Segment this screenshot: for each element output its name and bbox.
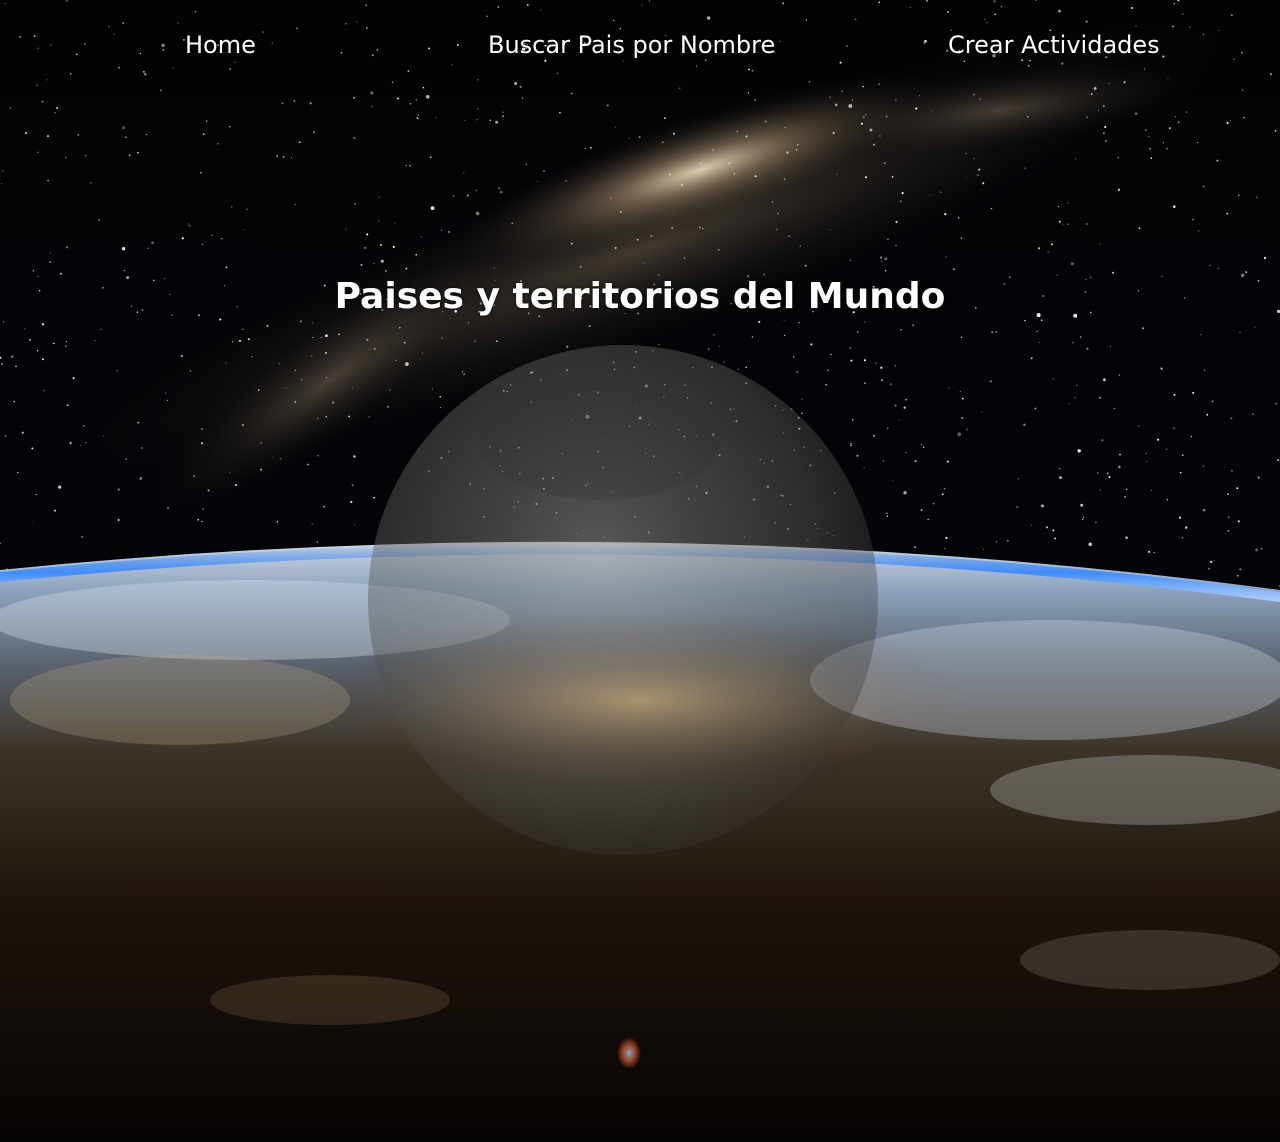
- nav-link-create-activities[interactable]: Crear Actividades: [948, 28, 1160, 62]
- top-navigation: Home Buscar Pais por Nombre Crear Activi…: [0, 28, 1280, 64]
- earth-from-space-background: [0, 0, 1280, 1142]
- page-title: Paises y territorios del Mundo: [334, 276, 946, 317]
- nav-link-search-country[interactable]: Buscar Pais por Nombre: [488, 28, 775, 62]
- landing-page: Home Buscar Pais por Nombre Crear Activi…: [0, 0, 1280, 1142]
- nav-link-home[interactable]: Home: [185, 28, 256, 62]
